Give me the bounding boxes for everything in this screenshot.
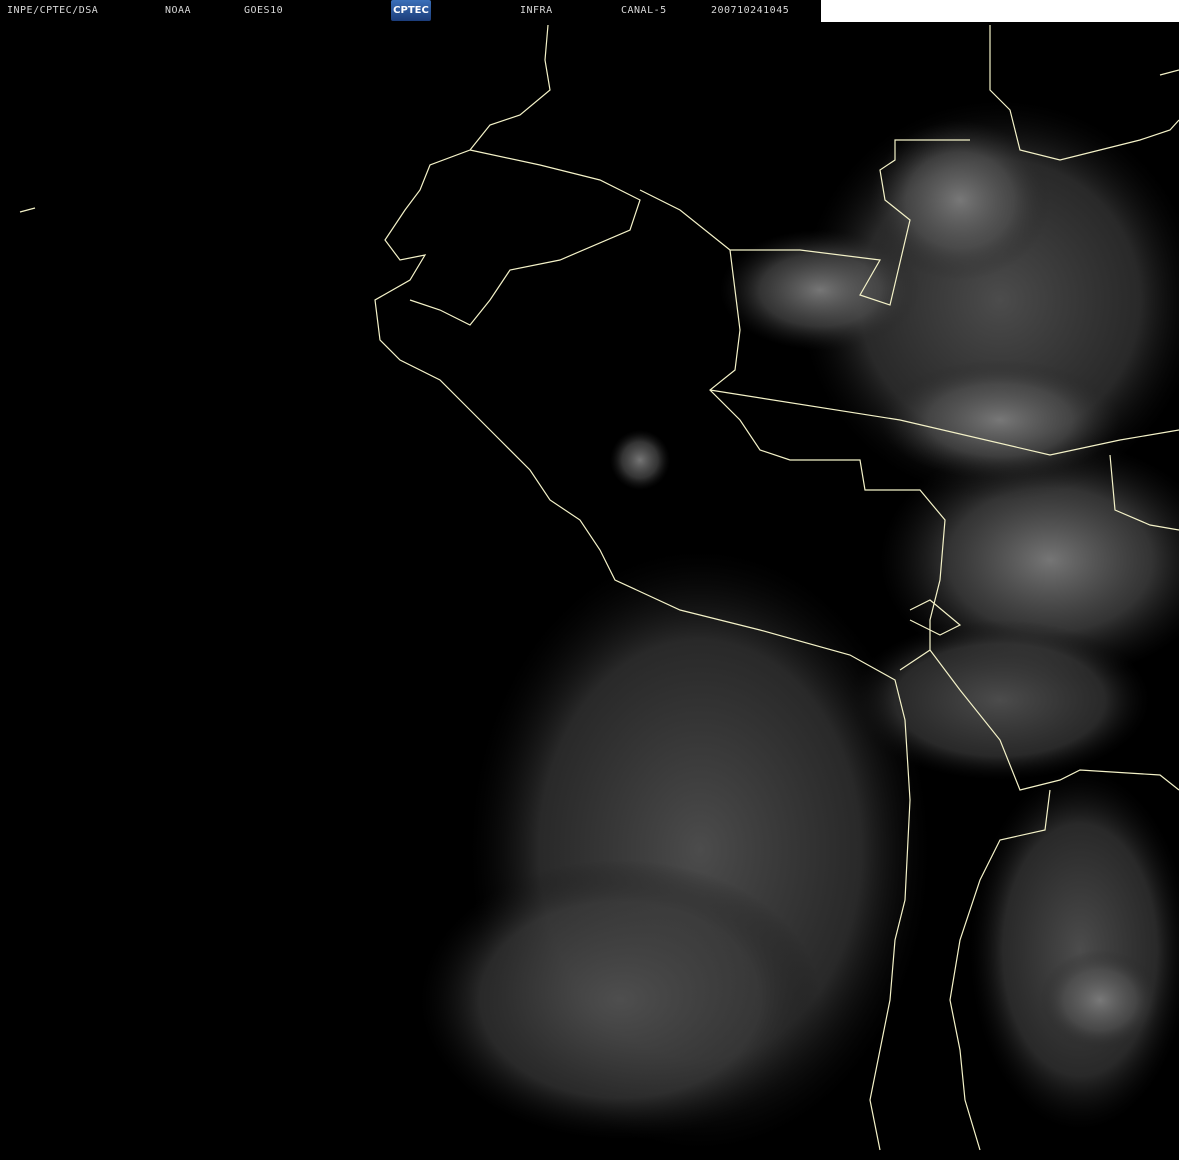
satellite-label: GOES10 [244, 5, 284, 16]
channel-label: CANAL-5 [621, 5, 667, 16]
agency-label: NOAA [165, 5, 192, 16]
image-header: INPE/CPTEC/DSA NOAA GOES10 CPTEC INFRA C… [0, 0, 1179, 22]
band-label: INFRA [520, 5, 553, 16]
timestamp-label: 200710241045 [711, 5, 790, 16]
cptec-logo: CPTEC [391, 0, 431, 21]
source-label: INPE/CPTEC/DSA [7, 5, 99, 16]
header-blank-area [821, 0, 1179, 22]
satellite-image [0, 0, 1179, 1160]
